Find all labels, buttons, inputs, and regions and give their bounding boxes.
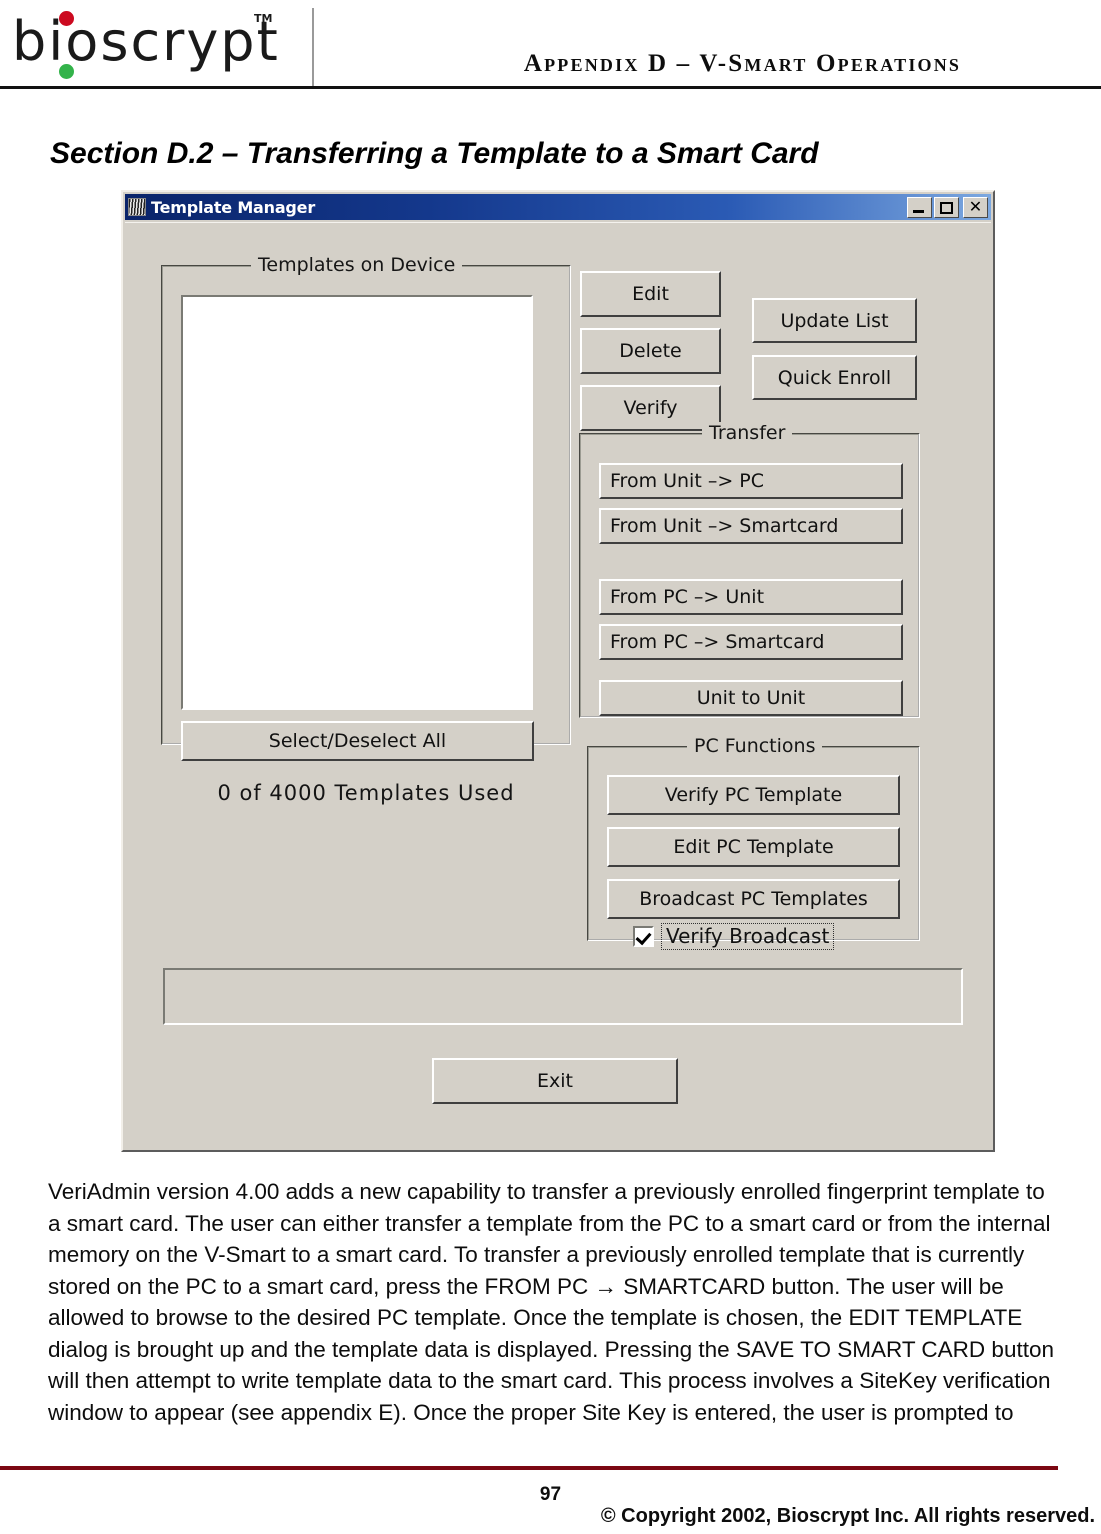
- quick-enroll-button[interactable]: Quick Enroll: [752, 355, 917, 400]
- checkbox-checked-icon: [633, 926, 654, 947]
- update-list-button[interactable]: Update List: [752, 298, 917, 343]
- page-number: 97: [539, 1484, 562, 1505]
- status-bar: [163, 968, 963, 1025]
- dialog-titlebar[interactable]: Template Manager ✕: [125, 194, 991, 220]
- verify-broadcast-label: Verify Broadcast: [661, 923, 835, 950]
- header-divider: [0, 86, 1101, 89]
- dialog-title: Template Manager: [151, 197, 316, 217]
- page-header: bioscrypt TM Appendix D – V-Smart Operat…: [0, 0, 1101, 92]
- edit-button[interactable]: Edit: [580, 271, 721, 317]
- transfer-legend: Transfer: [702, 422, 793, 444]
- footer-divider: [0, 1466, 1058, 1470]
- select-deselect-all-button[interactable]: Select/Deselect All: [181, 721, 534, 761]
- minimize-icon: [913, 209, 924, 213]
- application-icon: [128, 198, 146, 216]
- templates-used-label: 0 of 4000 Templates Used: [217, 781, 515, 805]
- edit-pc-template-button[interactable]: Edit PC Template: [607, 827, 900, 867]
- verify-broadcast-checkbox[interactable]: Verify Broadcast: [633, 923, 835, 950]
- logo-trademark-mark: TM: [254, 12, 273, 25]
- transfer-from-pc-to-smartcard-button[interactable]: From PC –> Smartcard: [599, 624, 903, 660]
- section-heading: Section D.2 – Transferring a Template to…: [50, 137, 819, 170]
- verify-pc-template-button[interactable]: Verify PC Template: [607, 775, 900, 815]
- transfer-unit-to-unit-button[interactable]: Unit to Unit: [599, 680, 903, 716]
- templates-on-device-legend: Templates on Device: [251, 254, 463, 276]
- dialog-client-area: Templates on Device Select/Deselect All …: [125, 222, 991, 1150]
- pc-functions-legend: PC Functions: [687, 735, 823, 757]
- exit-button[interactable]: Exit: [432, 1058, 678, 1104]
- transfer-from-pc-to-unit-button[interactable]: From PC –> Unit: [599, 579, 903, 615]
- templates-list-box[interactable]: [181, 295, 533, 710]
- broadcast-pc-templates-button[interactable]: Broadcast PC Templates: [607, 879, 900, 919]
- maximize-button[interactable]: [934, 196, 959, 218]
- body-paragraph: VeriAdmin version 4.00 adds a new capabi…: [48, 1179, 1054, 1425]
- template-manager-dialog: Template Manager ✕ Templates on Device S…: [121, 190, 995, 1152]
- delete-button[interactable]: Delete: [580, 328, 721, 374]
- transfer-from-unit-to-pc-button[interactable]: From Unit –> PC: [599, 463, 903, 499]
- transfer-from-unit-to-smartcard-button[interactable]: From Unit –> Smartcard: [599, 508, 903, 544]
- verify-button[interactable]: Verify: [580, 385, 721, 431]
- minimize-button[interactable]: [907, 196, 932, 218]
- logo-divider: [312, 8, 314, 86]
- maximize-icon: [940, 201, 953, 214]
- titlebar-button-group: ✕: [907, 196, 988, 218]
- copyright-notice: © Copyright 2002, Bioscrypt Inc. All rig…: [600, 1505, 1095, 1527]
- logo-red-dot-icon: [59, 11, 74, 26]
- logo-green-dot-icon: [59, 64, 74, 79]
- bioscrypt-logo: bioscrypt TM: [12, 4, 314, 86]
- close-icon: ✕: [968, 197, 983, 216]
- close-button[interactable]: ✕: [963, 196, 988, 218]
- appendix-header-title: Appendix D – V-Smart Operations: [523, 50, 962, 77]
- logo-wordmark: bioscrypt: [12, 10, 280, 73]
